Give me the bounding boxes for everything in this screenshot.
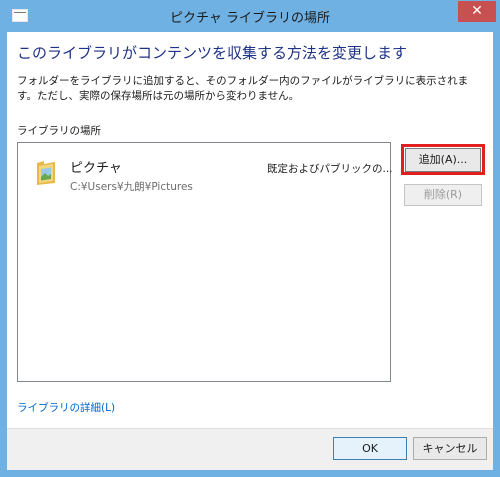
location-path: C:¥Users¥九朗¥Pictures — [70, 181, 193, 193]
dialog-description: フォルダーをライブラリに追加すると、そのフォルダー内のファイルがライブラリに表示… — [17, 75, 469, 102]
add-button-highlight — [401, 144, 485, 175]
dialog-heading: このライブラリがコンテンツを収集する方法を変更します — [17, 44, 408, 62]
remove-button[interactable]: 削除(R) — [404, 184, 482, 206]
location-status: 既定およびパブリックの... — [267, 163, 393, 175]
cancel-button[interactable]: キャンセル — [413, 437, 487, 460]
location-name: ピクチャ — [70, 161, 122, 176]
ok-button[interactable]: OK — [333, 437, 407, 460]
library-locations-label: ライブラリの場所 — [17, 125, 101, 137]
window-title: ピクチャ ライブラリの場所 — [169, 11, 330, 26]
dialog-body: このライブラリがコンテンツを収集する方法を変更します フォルダーをライブラリに追… — [7, 32, 493, 470]
library-locations-list[interactable]: ピクチャ C:¥Users¥九朗¥Pictures 既定およびパブリックの... — [17, 142, 393, 382]
library-details-link[interactable]: ライブラリの詳細(L) — [17, 400, 115, 415]
pictures-folder-icon — [37, 161, 55, 185]
title-bar[interactable]: ピクチャ ライブラリの場所 ✕ — [0, 0, 500, 32]
close-icon: ✕ — [471, 3, 483, 19]
dialog-window: ピクチャ ライブラリの場所 ✕ このライブラリがコンテンツを収集する方法を変更し… — [0, 0, 500, 477]
close-button[interactable]: ✕ — [458, 1, 496, 22]
